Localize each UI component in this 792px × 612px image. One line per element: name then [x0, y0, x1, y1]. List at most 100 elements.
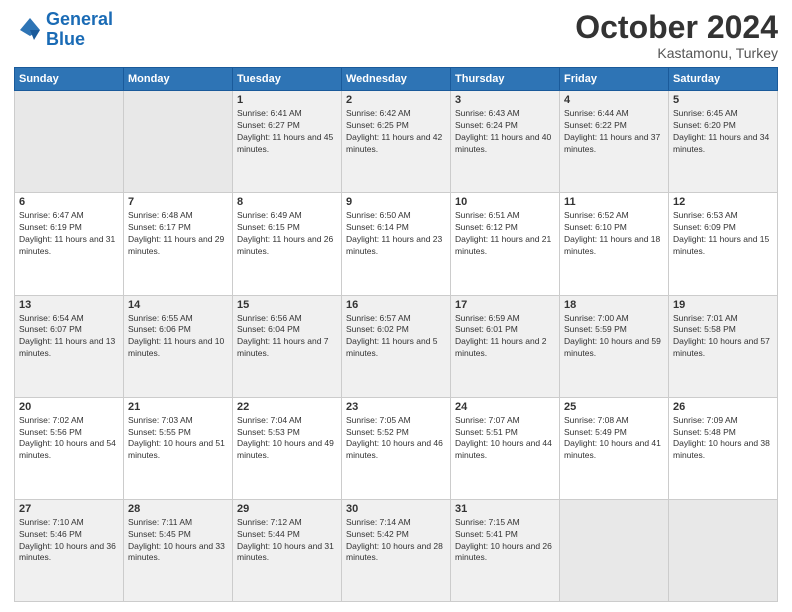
table-row: 11 Sunrise: 6:52 AM Sunset: 6:10 PM Dayli…: [560, 193, 669, 295]
day-number: 10: [455, 196, 555, 208]
day-info: Sunrise: 7:11 AM Sunset: 5:45 PM Dayligh…: [128, 517, 228, 565]
table-row: 8Sunrise: 6:49 AM Sunset: 6:15 PM Daylig…: [233, 193, 342, 295]
day-number: 25: [564, 401, 664, 413]
day-info: Sunrise: 6:42 AM Sunset: 6:25 PM Dayligh…: [346, 108, 446, 156]
table-row: 2 Sunrise: 6:42 AM Sunset: 6:25 PM Daylig…: [342, 91, 451, 193]
table-row: [560, 499, 669, 601]
table-row: 16 Sunrise: 6:57 AM Sunset: 6:02 PM Dayli…: [342, 295, 451, 397]
calendar-table: Sunday Monday Tuesday Wednesday Thursday…: [14, 67, 778, 602]
table-row: 4 Sunrise: 6:44 AM Sunset: 6:22 PM Daylig…: [560, 91, 669, 193]
day-number: 13: [19, 299, 119, 311]
day-number: 1: [237, 94, 337, 106]
day-info: Sunrise: 7:09 AM Sunset: 5:48 PM Dayligh…: [673, 415, 773, 463]
table-row: [124, 91, 233, 193]
day-info: Sunrise: 6:56 AM Sunset: 6:04 PM Dayligh…: [237, 313, 337, 361]
day-number: 23: [346, 401, 446, 413]
table-row: [15, 91, 124, 193]
table-row: 19 Sunrise: 7:01 AM Sunset: 5:58 PM Dayli…: [669, 295, 778, 397]
day-info: Sunrise: 7:01 AM Sunset: 5:58 PM Dayligh…: [673, 313, 773, 361]
day-number: 16: [346, 299, 446, 311]
day-info: Sunrise: 6:49 AM Sunset: 6:15 PM Dayligh…: [237, 210, 337, 258]
day-number: 11: [564, 196, 664, 208]
table-row: 1 Sunrise: 6:41 AM Sunset: 6:27 PM Daylig…: [233, 91, 342, 193]
day-number: 2: [346, 94, 446, 106]
day-number: 9: [346, 196, 446, 208]
day-number: 29: [237, 503, 337, 515]
calendar-week-row: 1 Sunrise: 6:41 AM Sunset: 6:27 PM Daylig…: [15, 91, 778, 193]
table-row: [669, 499, 778, 601]
logo-line1: General: [46, 9, 113, 29]
table-row: 7 Sunrise: 6:48 AM Sunset: 6:17 PM Daylig…: [124, 193, 233, 295]
table-row: 22Sunrise: 7:04 AM Sunset: 5:53 PM Dayli…: [233, 397, 342, 499]
table-row: 23 Sunrise: 7:05 AM Sunset: 5:52 PM Dayli…: [342, 397, 451, 499]
table-row: 31 Sunrise: 7:15 AM Sunset: 5:41 PM Dayli…: [451, 499, 560, 601]
day-number: 19: [673, 299, 773, 311]
table-row: 25 Sunrise: 7:08 AM Sunset: 5:49 PM Dayli…: [560, 397, 669, 499]
day-info: Sunrise: 7:05 AM Sunset: 5:52 PM Dayligh…: [346, 415, 446, 463]
day-info: Sunrise: 7:03 AM Sunset: 5:55 PM Dayligh…: [128, 415, 228, 463]
day-number: 26: [673, 401, 773, 413]
header-monday: Monday: [124, 68, 233, 91]
table-row: 30 Sunrise: 7:14 AM Sunset: 5:42 PM Dayli…: [342, 499, 451, 601]
calendar-week-row: 13Sunrise: 6:54 AM Sunset: 6:07 PM Dayli…: [15, 295, 778, 397]
day-number: 30: [346, 503, 446, 515]
day-number: 7: [128, 196, 228, 208]
day-info: Sunrise: 6:53 AM Sunset: 6:09 PM Dayligh…: [673, 210, 773, 258]
page: General Blue October 2024 Kastamonu, Tur…: [0, 0, 792, 612]
table-row: 6Sunrise: 6:47 AM Sunset: 6:19 PM Daylig…: [15, 193, 124, 295]
logo-text: General Blue: [46, 10, 113, 50]
header: General Blue October 2024 Kastamonu, Tur…: [14, 10, 778, 61]
day-info: Sunrise: 7:12 AM Sunset: 5:44 PM Dayligh…: [237, 517, 337, 565]
day-info: Sunrise: 7:10 AM Sunset: 5:46 PM Dayligh…: [19, 517, 119, 565]
day-info: Sunrise: 6:55 AM Sunset: 6:06 PM Dayligh…: [128, 313, 228, 361]
day-info: Sunrise: 6:44 AM Sunset: 6:22 PM Dayligh…: [564, 108, 664, 156]
table-row: 29 Sunrise: 7:12 AM Sunset: 5:44 PM Dayli…: [233, 499, 342, 601]
day-number: 4: [564, 94, 664, 106]
table-row: 3 Sunrise: 6:43 AM Sunset: 6:24 PM Daylig…: [451, 91, 560, 193]
calendar-week-row: 27Sunrise: 7:10 AM Sunset: 5:46 PM Dayli…: [15, 499, 778, 601]
day-number: 21: [128, 401, 228, 413]
table-row: 27Sunrise: 7:10 AM Sunset: 5:46 PM Dayli…: [15, 499, 124, 601]
day-info: Sunrise: 6:50 AM Sunset: 6:14 PM Dayligh…: [346, 210, 446, 258]
day-info: Sunrise: 7:04 AM Sunset: 5:53 PM Dayligh…: [237, 415, 337, 463]
table-row: 5 Sunrise: 6:45 AM Sunset: 6:20 PM Daylig…: [669, 91, 778, 193]
day-info: Sunrise: 7:15 AM Sunset: 5:41 PM Dayligh…: [455, 517, 555, 565]
table-row: 18 Sunrise: 7:00 AM Sunset: 5:59 PM Dayli…: [560, 295, 669, 397]
day-info: Sunrise: 7:08 AM Sunset: 5:49 PM Dayligh…: [564, 415, 664, 463]
table-row: 26 Sunrise: 7:09 AM Sunset: 5:48 PM Dayli…: [669, 397, 778, 499]
day-number: 5: [673, 94, 773, 106]
table-row: 13Sunrise: 6:54 AM Sunset: 6:07 PM Dayli…: [15, 295, 124, 397]
header-thursday: Thursday: [451, 68, 560, 91]
logo-line2: Blue: [46, 29, 85, 49]
day-number: 28: [128, 503, 228, 515]
header-friday: Friday: [560, 68, 669, 91]
day-info: Sunrise: 7:14 AM Sunset: 5:42 PM Dayligh…: [346, 517, 446, 565]
table-row: 12Sunrise: 6:53 AM Sunset: 6:09 PM Dayli…: [669, 193, 778, 295]
day-number: 24: [455, 401, 555, 413]
day-info: Sunrise: 6:48 AM Sunset: 6:17 PM Dayligh…: [128, 210, 228, 258]
day-info: Sunrise: 6:47 AM Sunset: 6:19 PM Dayligh…: [19, 210, 119, 258]
day-number: 17: [455, 299, 555, 311]
header-tuesday: Tuesday: [233, 68, 342, 91]
day-info: Sunrise: 6:59 AM Sunset: 6:01 PM Dayligh…: [455, 313, 555, 361]
day-info: Sunrise: 6:52 AM Sunset: 6:10 PM Dayligh…: [564, 210, 664, 258]
day-info: Sunrise: 6:51 AM Sunset: 6:12 PM Dayligh…: [455, 210, 555, 258]
day-number: 3: [455, 94, 555, 106]
calendar-week-row: 6Sunrise: 6:47 AM Sunset: 6:19 PM Daylig…: [15, 193, 778, 295]
table-row: 24 Sunrise: 7:07 AM Sunset: 5:51 PM Dayli…: [451, 397, 560, 499]
table-row: 21 Sunrise: 7:03 AM Sunset: 5:55 PM Dayli…: [124, 397, 233, 499]
day-info: Sunrise: 6:43 AM Sunset: 6:24 PM Dayligh…: [455, 108, 555, 156]
day-info: Sunrise: 6:41 AM Sunset: 6:27 PM Dayligh…: [237, 108, 337, 156]
header-sunday: Sunday: [15, 68, 124, 91]
table-row: 17 Sunrise: 6:59 AM Sunset: 6:01 PM Dayli…: [451, 295, 560, 397]
day-number: 31: [455, 503, 555, 515]
day-info: Sunrise: 7:00 AM Sunset: 5:59 PM Dayligh…: [564, 313, 664, 361]
day-info: Sunrise: 6:45 AM Sunset: 6:20 PM Dayligh…: [673, 108, 773, 156]
day-info: Sunrise: 6:57 AM Sunset: 6:02 PM Dayligh…: [346, 313, 446, 361]
day-info: Sunrise: 7:07 AM Sunset: 5:51 PM Dayligh…: [455, 415, 555, 463]
table-row: 15Sunrise: 6:56 AM Sunset: 6:04 PM Dayli…: [233, 295, 342, 397]
day-number: 18: [564, 299, 664, 311]
table-row: 10 Sunrise: 6:51 AM Sunset: 6:12 PM Dayli…: [451, 193, 560, 295]
logo: General Blue: [14, 10, 113, 50]
logo-icon: [14, 16, 42, 44]
